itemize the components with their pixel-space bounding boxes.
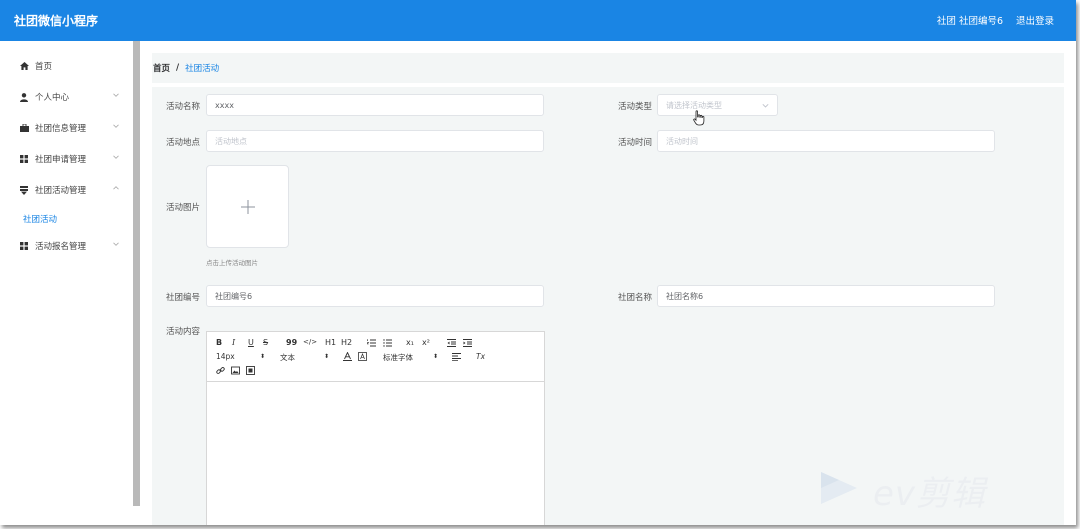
sidebar-item-home[interactable]: 首页 [0, 54, 133, 78]
chevron-down-icon [762, 103, 769, 108]
chevron-up-icon [113, 186, 119, 190]
select-caret-icon: ⬍ [433, 353, 439, 360]
chevron-down-icon [113, 242, 119, 246]
current-user-label: 社团 社团编号6 [936, 16, 1003, 27]
select-caret-icon: ⬍ [260, 353, 266, 360]
clear-format-button[interactable]: Tx [476, 352, 485, 361]
activity-name-label: 活动名称 [166, 102, 201, 112]
club-no-input[interactable]: 社团编号6 [206, 285, 544, 307]
superscript-button[interactable]: x² [422, 338, 430, 347]
editor-toolbar: B I U S 99 </> H1 H2 x₁ x² 14px ⬍ 文本 ⬍ 标… [207, 332, 544, 382]
home-icon [19, 62, 29, 70]
text-style-value: 文本 [280, 353, 295, 362]
sidebar-item-label: 个人中心 [35, 93, 70, 103]
activity-time-label: 活动时间 [618, 138, 653, 148]
image-upload-box[interactable] [206, 165, 289, 248]
club-name-label: 社团名称 [618, 293, 653, 303]
chevron-down-icon [113, 124, 119, 128]
background-color-icon[interactable] [358, 352, 367, 361]
club-name-input[interactable]: 社团名称6 [657, 285, 995, 307]
align-left-icon[interactable] [452, 353, 461, 361]
blockquote-button[interactable]: 99 [286, 338, 297, 347]
code-button[interactable]: </> [303, 338, 317, 346]
bullet-list-icon[interactable] [383, 339, 392, 347]
activity-type-label: 活动类型 [618, 102, 653, 112]
main-content: 首页 / 社团活动 活动名称 xxxx 活动类型 请选择活动类型 活动地点 活动… [140, 41, 1076, 525]
image-icon[interactable] [231, 366, 240, 375]
sidebar-item-activity-signup[interactable]: 活动报名管理 [0, 234, 133, 258]
breadcrumb-current: 社团活动 [185, 64, 220, 74]
activity-place-input[interactable]: 活动地点 [206, 130, 544, 152]
breadcrumb: 首页 / 社团活动 [152, 53, 1064, 83]
select-caret-icon: ⬍ [324, 353, 330, 360]
sidebar-item-label: 社团信息管理 [35, 124, 87, 134]
top-header: 社团微信小程序 社团 社团编号6 退出登录 [0, 0, 1076, 41]
outdent-icon[interactable] [447, 339, 456, 347]
user-icon [19, 92, 29, 102]
grid-icon [19, 155, 29, 163]
breadcrumb-home[interactable]: 首页 [153, 62, 170, 74]
activity-content-label: 活动内容 [166, 327, 201, 337]
app-window: 社团微信小程序 社团 社团编号6 退出登录 首页 个人中心 社团信息管理 社团申… [0, 0, 1076, 525]
app-title: 社团微信小程序 [14, 14, 99, 28]
club-no-label: 社团编号 [166, 293, 201, 303]
play-logo-icon [821, 472, 857, 504]
sidebar-item-label: 首页 [35, 62, 53, 72]
activity-type-select[interactable]: 请选择活动类型 [657, 94, 778, 116]
italic-button[interactable]: I [232, 338, 235, 347]
font-size-value: 14px [216, 352, 235, 361]
text-style-select[interactable]: 文本 ⬍ [280, 352, 330, 363]
grid-icon [19, 242, 29, 250]
breadcrumb-separator: / [176, 63, 180, 73]
font-color-icon[interactable] [343, 352, 352, 361]
logout-link[interactable]: 退出登录 [1016, 13, 1054, 27]
indent-icon[interactable] [463, 339, 472, 347]
watermark-text: ev剪辑 [873, 474, 987, 514]
font-family-value: 标准字体 [383, 353, 413, 362]
upload-hint: 点击上传活动图片 [206, 259, 258, 267]
activity-type-placeholder: 请选择活动类型 [666, 100, 722, 110]
sidebar-item-label: 社团活动管理 [35, 186, 87, 196]
bold-button[interactable]: B [216, 338, 222, 347]
plus-icon [241, 200, 255, 214]
briefcase-icon [19, 124, 29, 132]
sidebar-item-club-info[interactable]: 社团信息管理 [0, 116, 133, 140]
h2-button[interactable]: H2 [341, 338, 352, 347]
h1-button[interactable]: H1 [325, 338, 336, 347]
sidebar-item-label: 活动报名管理 [35, 242, 87, 252]
sidebar-item-profile[interactable]: 个人中心 [0, 85, 133, 109]
activity-time-input[interactable]: 活动时间 [657, 130, 995, 152]
font-size-select[interactable]: 14px ⬍ [216, 352, 266, 361]
sidebar-subitem-club-activity[interactable]: 社团活动 [23, 213, 57, 225]
sidebar: 首页 个人中心 社团信息管理 社团申请管理 社团活动管理 社团活动 活动报名管理 [0, 41, 133, 525]
subscript-button[interactable]: x₁ [406, 338, 414, 347]
video-icon[interactable] [246, 366, 255, 375]
sidebar-item-club-activity[interactable]: 社团活动管理 [0, 178, 133, 202]
activity-image-label: 活动图片 [166, 203, 201, 213]
font-family-select[interactable]: 标准字体 ⬍ [383, 352, 439, 363]
sidebar-scrollbar[interactable] [133, 41, 140, 506]
link-icon[interactable] [216, 366, 225, 375]
watermark: ev剪辑 [815, 466, 1025, 514]
strike-button[interactable]: S [263, 338, 268, 347]
underline-button[interactable]: U [248, 338, 254, 347]
rich-text-editor: B I U S 99 </> H1 H2 x₁ x² 14px ⬍ 文本 ⬍ 标… [206, 331, 545, 525]
activity-form: 活动名称 xxxx 活动类型 请选择活动类型 活动地点 活动地点 活动时间 活动… [152, 87, 1064, 525]
chevron-down-icon [113, 155, 119, 159]
sidebar-item-club-apply[interactable]: 社团申请管理 [0, 147, 133, 171]
chevron-down-icon [113, 93, 119, 97]
funnel-icon [19, 185, 29, 195]
activity-place-label: 活动地点 [166, 138, 201, 148]
activity-name-input[interactable]: xxxx [206, 94, 544, 116]
ordered-list-icon[interactable] [367, 339, 376, 347]
hand-cursor-icon [693, 110, 705, 126]
sidebar-item-label: 社团申请管理 [35, 155, 87, 165]
